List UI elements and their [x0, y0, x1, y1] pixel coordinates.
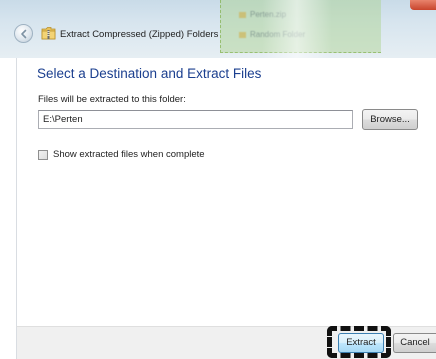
- extract-button[interactable]: Extract: [338, 333, 384, 353]
- close-button[interactable]: [410, 0, 436, 10]
- zipped-folder-icon: [41, 27, 56, 40]
- back-arrow-icon: [21, 29, 27, 39]
- title-bar: Perten.zip Random Folder Extract Compres…: [0, 0, 436, 58]
- page-heading: Select a Destination and Extract Files: [37, 66, 262, 81]
- wizard-content: Select a Destination and Extract Files F…: [16, 58, 436, 326]
- window-title: Extract Compressed (Zipped) Folders: [60, 29, 219, 40]
- zip-file-icon: [239, 11, 246, 18]
- show-files-option[interactable]: Show extracted files when complete: [38, 149, 205, 160]
- glass-highlight: [262, 0, 332, 58]
- destination-label: Files will be extracted to this folder:: [38, 94, 186, 105]
- destination-input[interactable]: [38, 110, 353, 129]
- cancel-button[interactable]: Cancel: [393, 333, 436, 353]
- show-files-checkbox[interactable]: [38, 149, 48, 160]
- folder-icon: [239, 31, 246, 38]
- browse-button[interactable]: Browse...: [362, 109, 418, 130]
- show-files-label: Show extracted files when complete: [53, 149, 205, 160]
- back-button[interactable]: [14, 24, 33, 43]
